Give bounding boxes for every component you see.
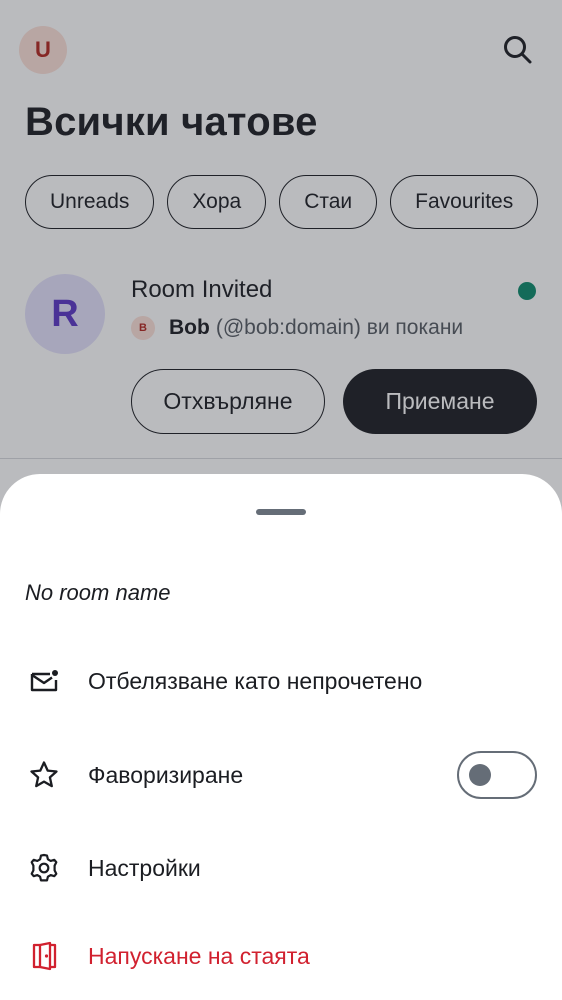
drag-handle[interactable] bbox=[256, 509, 306, 515]
menu-item-label: Настройки bbox=[88, 854, 201, 881]
sheet-title: No room name bbox=[25, 580, 171, 605]
menu-item-favourite[interactable]: Фаворизиране bbox=[0, 739, 562, 811]
leave-room-icon bbox=[28, 940, 60, 972]
menu-item-mark-unread[interactable]: Отбелязване като непрочетено bbox=[0, 645, 562, 717]
mark-unread-icon bbox=[28, 665, 60, 697]
favourite-toggle[interactable] bbox=[457, 751, 537, 799]
room-options-sheet: No room name Отбелязване като непрочетен… bbox=[0, 474, 562, 1000]
menu-item-settings[interactable]: Настройки bbox=[0, 832, 562, 904]
menu-item-label: Фаворизиране bbox=[88, 761, 244, 788]
star-icon bbox=[28, 759, 60, 791]
toggle-knob bbox=[469, 764, 491, 786]
settings-icon bbox=[28, 852, 60, 884]
menu-item-label: Напускане на стаята bbox=[88, 942, 310, 969]
menu-item-label: Отбелязване като непрочетено bbox=[88, 667, 423, 694]
menu-item-leave-room[interactable]: Напускане на стаята bbox=[0, 920, 562, 992]
